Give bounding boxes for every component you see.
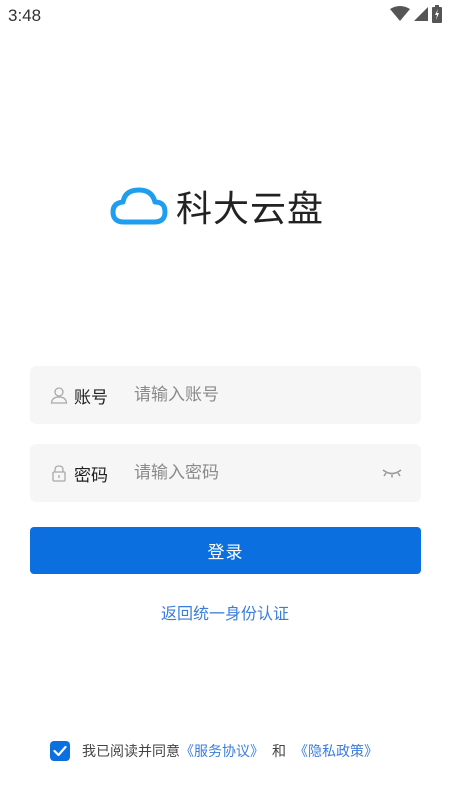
status-bar: 3:48	[0, 0, 450, 32]
app-name: 科大云盘	[176, 189, 325, 230]
checkmark-icon	[53, 745, 67, 757]
app-logo: 科大云盘	[110, 180, 324, 232]
status-icons	[390, 5, 442, 27]
battery-icon	[432, 5, 442, 27]
account-input[interactable]	[134, 385, 364, 405]
wifi-icon	[390, 6, 410, 26]
eye-closed-icon[interactable]	[381, 463, 403, 483]
agreement-conjunction: 和	[272, 744, 286, 760]
account-field[interactable]: 账号	[30, 366, 421, 424]
cloud-icon	[110, 186, 168, 226]
password-field[interactable]: 密码	[30, 444, 421, 502]
signal-icon	[414, 6, 428, 26]
status-time: 3:48	[8, 6, 42, 25]
password-label: 密码	[74, 465, 108, 486]
password-input[interactable]	[134, 463, 364, 483]
agreement-row: 我已阅读并同意 《服务协议》 和 《隐私政策》	[50, 740, 378, 762]
unified-auth-link[interactable]: 返回统一身份认证	[0, 600, 450, 624]
service-agreement-link[interactable]: 《服务协议》	[180, 741, 264, 761]
user-icon	[50, 386, 68, 404]
login-button[interactable]: 登录	[30, 527, 421, 574]
account-label: 账号	[74, 387, 108, 408]
agreement-checkbox[interactable]	[50, 741, 70, 761]
agreement-text: 我已阅读并同意	[82, 744, 180, 760]
lock-icon	[50, 464, 68, 482]
privacy-policy-link[interactable]: 《隐私政策》	[294, 741, 378, 761]
